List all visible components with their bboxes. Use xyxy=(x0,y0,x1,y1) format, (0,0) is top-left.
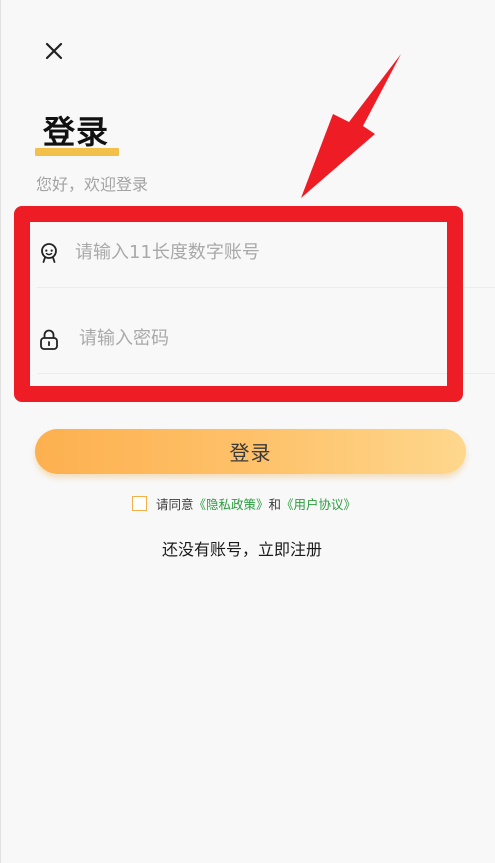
login-screen: 登录 您好，欢迎登录 登录 请同意 xyxy=(0,0,495,863)
annotation-arrow-icon xyxy=(301,54,401,198)
account-input[interactable] xyxy=(75,237,435,268)
login-button[interactable]: 登录 xyxy=(35,429,466,474)
close-button[interactable] xyxy=(41,38,67,64)
page-title: 登录 xyxy=(43,113,110,151)
register-link[interactable]: 还没有账号，立即注册 xyxy=(162,539,322,561)
agreement-row: 请同意 《隐私政策》 和 《用户协议》 xyxy=(132,493,356,513)
user-agreement-link[interactable]: 《用户协议》 xyxy=(281,494,356,513)
password-input[interactable] xyxy=(79,323,439,354)
password-row xyxy=(37,304,495,374)
account-row xyxy=(37,218,495,288)
agreement-conjunction: 和 xyxy=(268,496,282,512)
user-icon xyxy=(41,242,57,263)
page-title-wrap: 登录 xyxy=(35,110,119,158)
agreement-prefix: 请同意 xyxy=(156,496,194,512)
agreement-checkbox[interactable] xyxy=(132,495,147,511)
close-icon xyxy=(45,42,63,60)
privacy-policy-link[interactable]: 《隐私政策》 xyxy=(194,494,269,513)
welcome-subtitle: 您好，欢迎登录 xyxy=(36,175,149,194)
lock-icon xyxy=(40,329,58,350)
